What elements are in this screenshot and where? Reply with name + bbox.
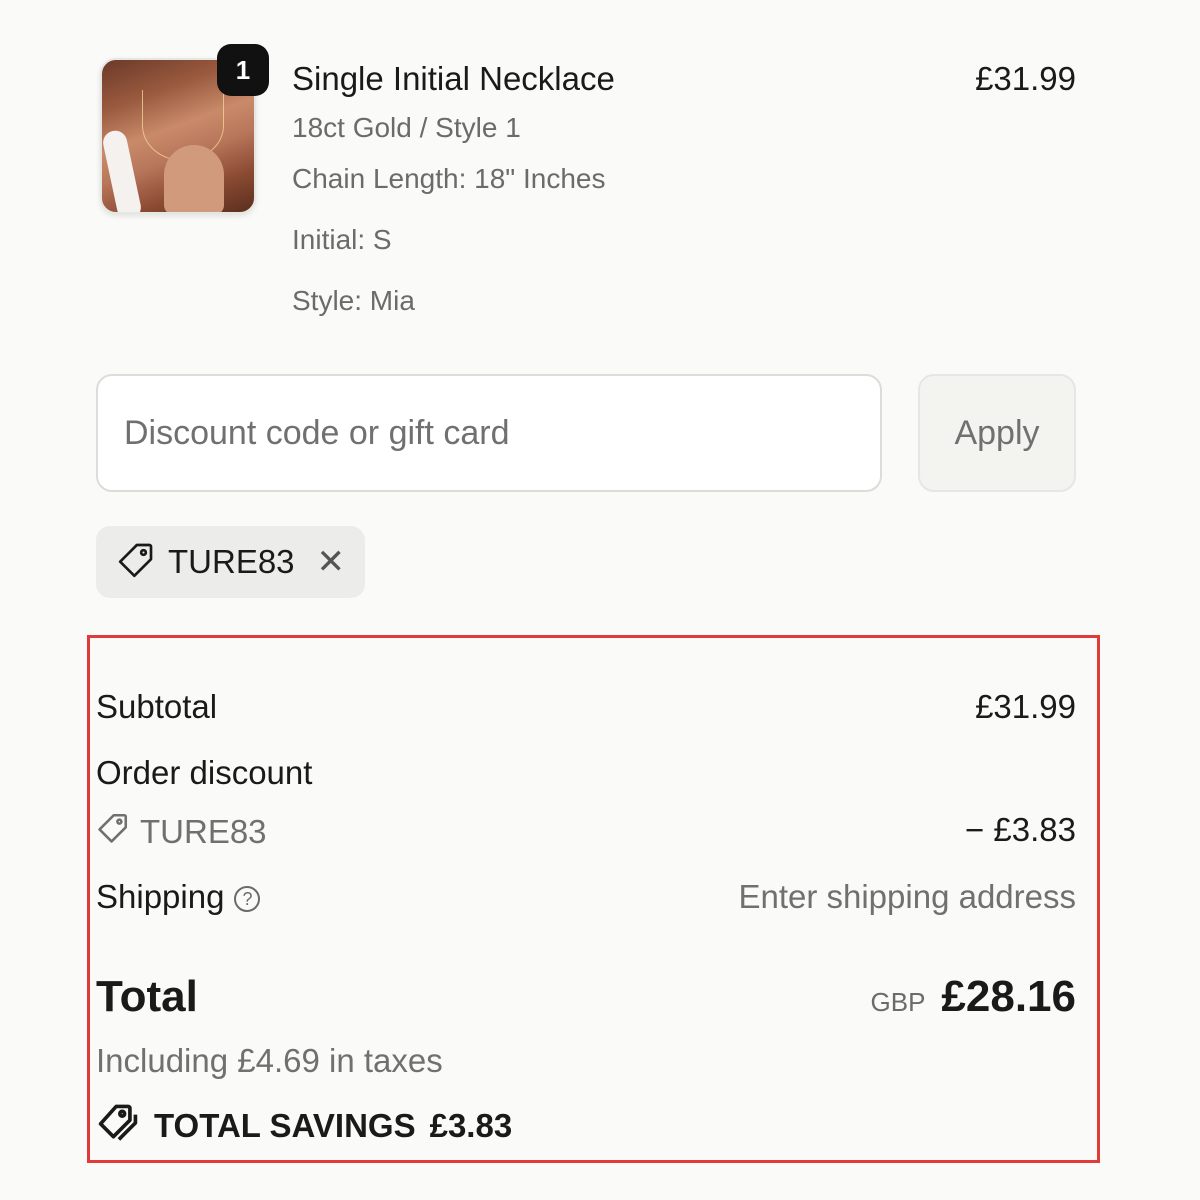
order-discount-label: Order discount xyxy=(96,754,313,791)
product-initial: Initial: S xyxy=(292,224,392,255)
subtotal-value: £31.99 xyxy=(975,688,1076,725)
total-value: £28.16 xyxy=(941,972,1076,1021)
savings-label: TOTAL SAVINGS xyxy=(154,1107,416,1144)
subtotal-label: Subtotal xyxy=(96,688,218,725)
order-discount-value: − £3.83 xyxy=(964,811,1076,848)
discount-code-input[interactable] xyxy=(96,374,882,492)
remove-discount-icon[interactable]: ✕ xyxy=(317,545,346,579)
shipping-label: Shipping xyxy=(96,878,225,915)
product-price: £31.99 xyxy=(975,60,1076,97)
tax-note: Including £4.69 in taxes xyxy=(96,1042,443,1079)
tag-icon xyxy=(96,811,130,853)
applied-discount-code: TURE83 xyxy=(168,543,295,580)
total-label: Total xyxy=(96,972,198,1021)
order-discount-code-row: TURE83 xyxy=(96,811,267,853)
product-style: Style: Mia xyxy=(292,285,415,316)
savings-tags-icon xyxy=(96,1100,140,1152)
help-icon[interactable]: ? xyxy=(234,886,261,913)
shipping-row: Shipping? xyxy=(96,878,261,916)
total-value-group: GBP £28.16 xyxy=(871,972,1077,1022)
apply-button[interactable]: Apply xyxy=(918,374,1076,492)
product-chain-length: Chain Length: 18" Inches xyxy=(292,163,606,194)
tag-icon xyxy=(116,540,156,585)
quantity-badge: 1 xyxy=(217,44,269,96)
product-name: Single Initial Necklace xyxy=(292,60,615,97)
applied-discount-chip: TURE83 ✕ xyxy=(96,526,366,598)
shipping-value: Enter shipping address xyxy=(738,878,1076,915)
total-savings: TOTAL SAVINGS £3.83 xyxy=(96,1100,512,1152)
order-discount-code: TURE83 xyxy=(140,813,267,850)
currency-code: GBP xyxy=(870,987,926,1017)
savings-value: £3.83 xyxy=(429,1107,513,1144)
product-variant: 18ct Gold / Style 1 xyxy=(292,112,521,143)
